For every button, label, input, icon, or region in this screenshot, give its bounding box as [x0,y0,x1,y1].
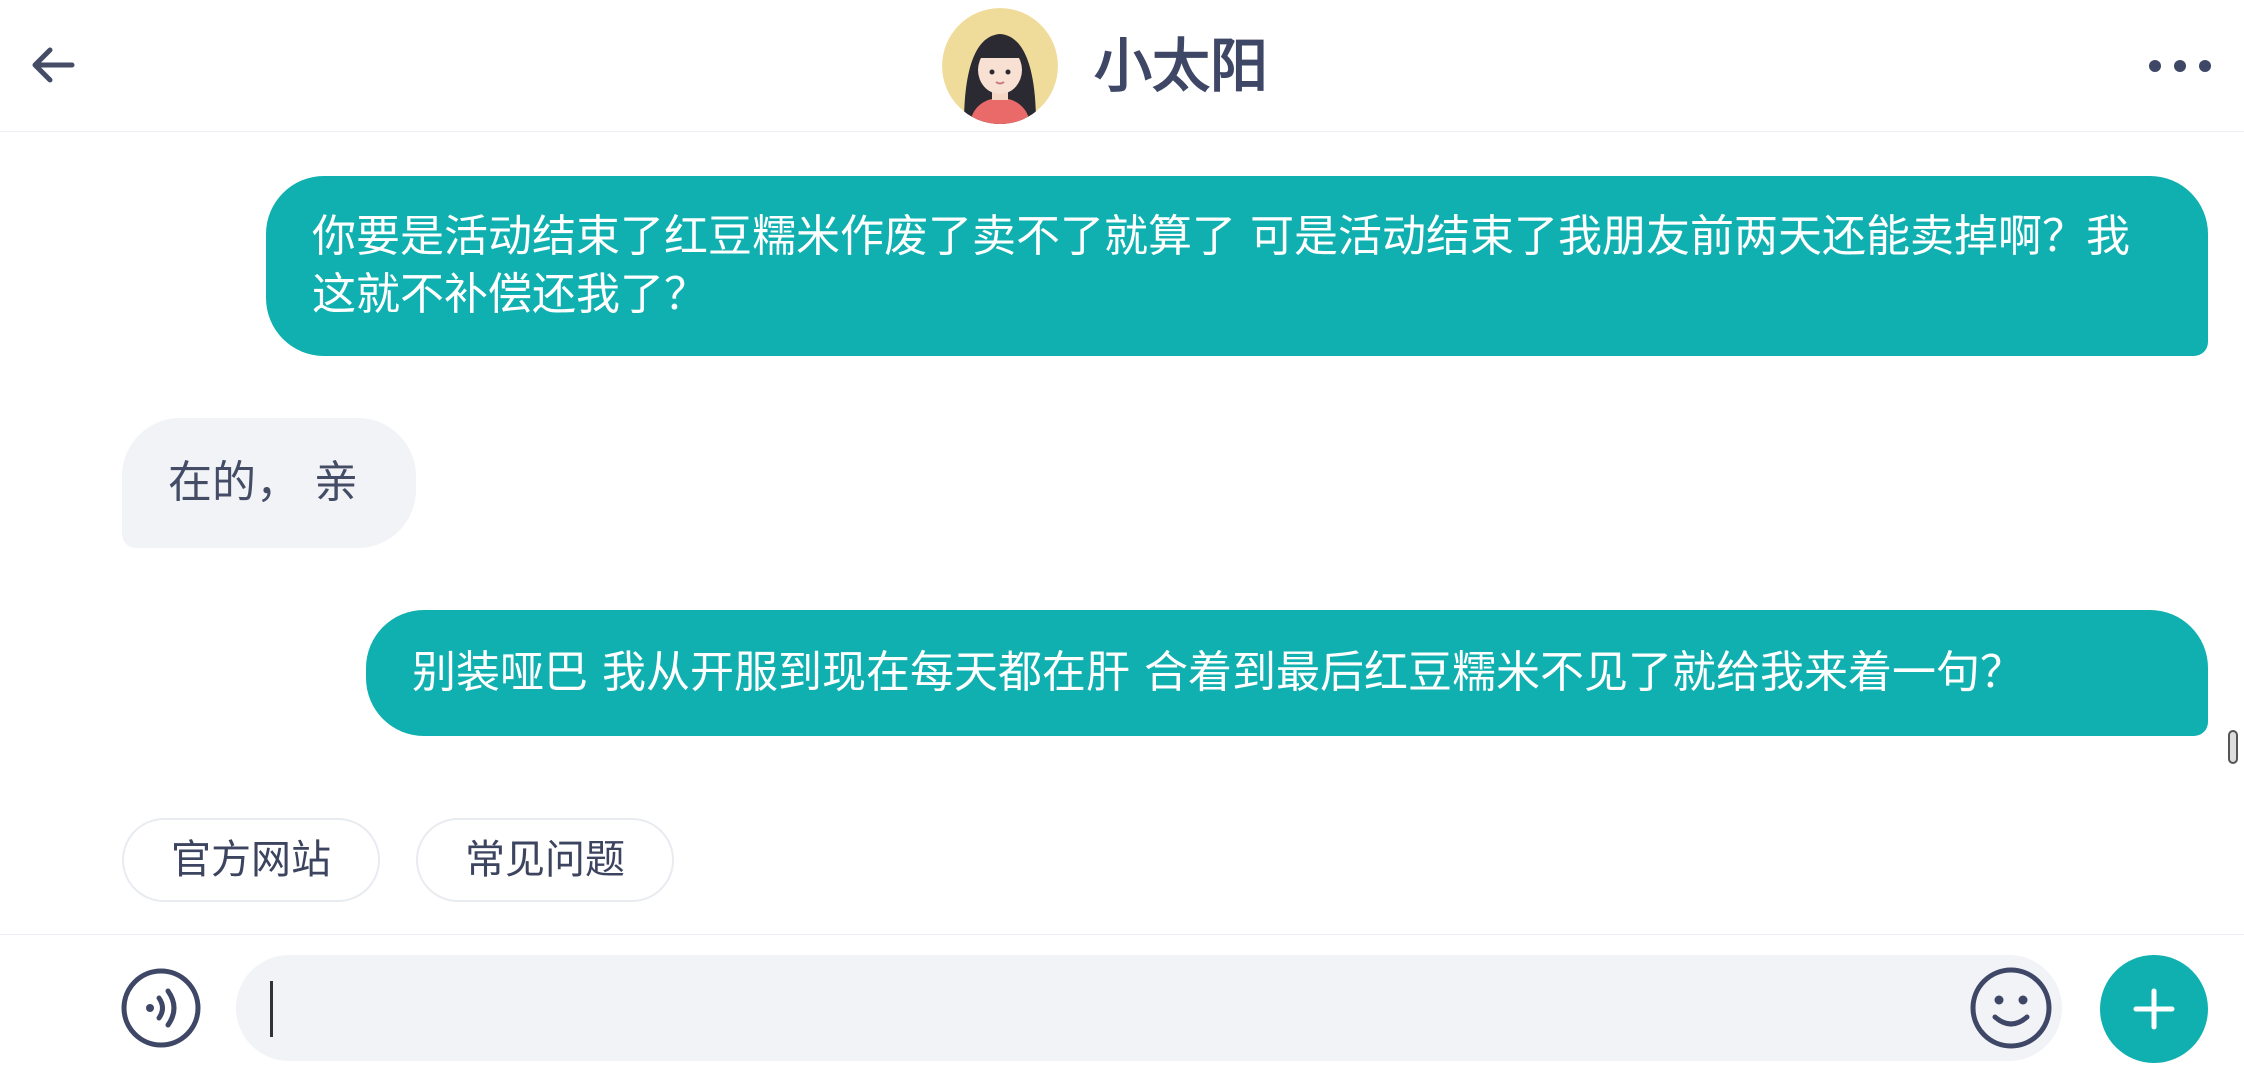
message-incoming: 在的， 亲 [122,418,416,548]
quick-reply-faq[interactable]: 常见问题 [416,818,674,902]
add-button[interactable] [2100,955,2208,1063]
text-cursor [270,981,273,1037]
plus-icon [2133,988,2175,1030]
message-outgoing: 你要是活动结束了红豆糯米作废了卖不了就算了 可是活动结束了我朋友前两天还能卖掉啊… [266,176,2208,356]
more-horizontal-icon [2149,60,2211,72]
arrow-left-icon [32,47,75,83]
more-button[interactable] [2140,36,2220,96]
chat-header: 小太阳 [0,0,2244,132]
voice-button[interactable] [120,967,202,1049]
voice-icon [121,968,201,1048]
emoji-button[interactable] [1968,965,2054,1051]
back-button[interactable] [18,30,88,100]
message-outgoing: 别装哑巴 我从开服到现在每天都在肝 合着到最后红豆糯米不见了就给我来着一句？ [366,610,2208,736]
input-bar [0,934,2244,1080]
chat-screen: 小太阳 你要是活动结束了红豆糯米作废了卖不了就算了 可是活动结束了我朋友前两天还… [0,0,2244,1080]
chat-title: 小太阳 [1094,32,1269,100]
message-input[interactable] [236,955,2062,1061]
scrollbar-thumb[interactable] [2228,730,2238,764]
quick-reply-official-site[interactable]: 官方网站 [122,818,380,902]
avatar[interactable] [942,8,1058,124]
emoji-icon [1970,967,2052,1049]
